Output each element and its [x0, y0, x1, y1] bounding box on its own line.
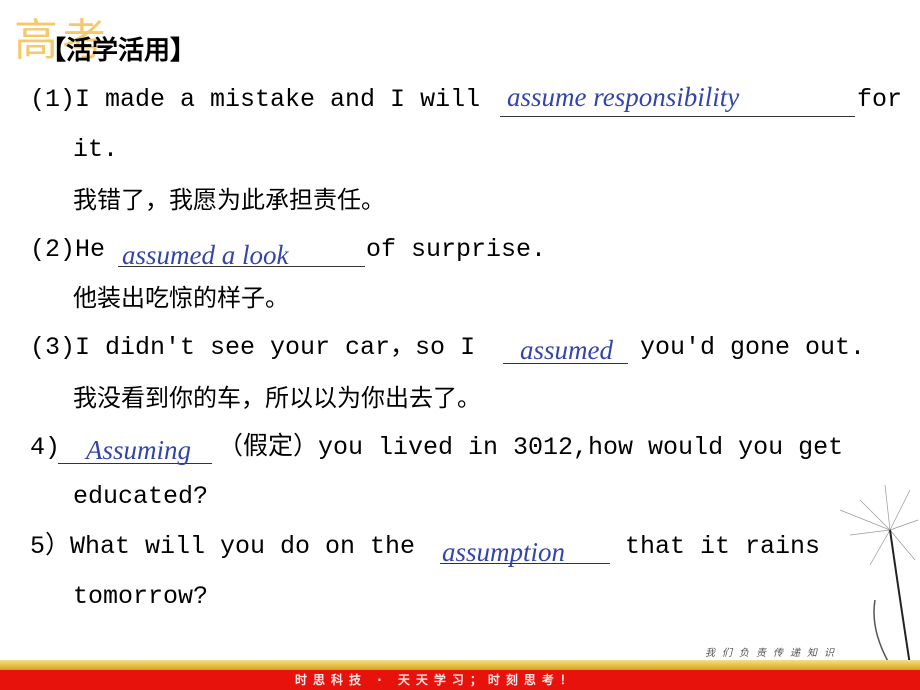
item-1-translation: 我错了，我愿为此承担责任。 — [73, 186, 385, 214]
footer-gold-strip — [0, 660, 920, 670]
footer-text: 时思科技 · 天天学习；时刻思考！ — [295, 673, 578, 687]
item-1-answer: assume responsibility — [507, 82, 740, 112]
item-3-translation: 我没看到你的车，所以以为你出去了。 — [73, 384, 481, 412]
item-5-continuation: tomorrow? — [73, 582, 209, 611]
item-4-prefix: 4) — [30, 433, 61, 462]
item-2-prefix: (2)He — [30, 235, 106, 264]
item-1-prefix: (1)I made a mistake and I will — [30, 85, 481, 114]
item-2-answer: assumed a look — [122, 240, 289, 270]
item-4-suffix: （假定）you lived in 3012,how would you get — [218, 433, 844, 462]
item-1-continuation: it. — [73, 135, 119, 164]
item-4-continuation: educated? — [73, 482, 209, 511]
item-5-answer: assumption — [442, 537, 566, 567]
item-5-suffix: that it rains — [625, 532, 821, 561]
item-2-translation: 他装出吃惊的样子。 — [73, 284, 289, 312]
item-1-suffix: for — [857, 85, 903, 114]
item-3-prefix: (3)I didn't see your car，so I — [30, 333, 476, 362]
slide: 高考 【活学活用】 (1)I made a mistake and I will… — [0, 0, 920, 690]
item-3-suffix: you'd gone out. — [640, 333, 866, 362]
slogan: 我们负责传递知识 — [705, 648, 841, 659]
section-heading: 【活学活用】 — [40, 36, 197, 66]
dandelion-decoration-icon — [839, 484, 919, 665]
item-3-answer: assumed — [520, 335, 613, 365]
item-2-suffix: of surprise. — [366, 235, 547, 264]
item-5-prefix: 5）What will you do on the — [30, 532, 416, 561]
item-4-answer: Assuming — [86, 435, 192, 465]
